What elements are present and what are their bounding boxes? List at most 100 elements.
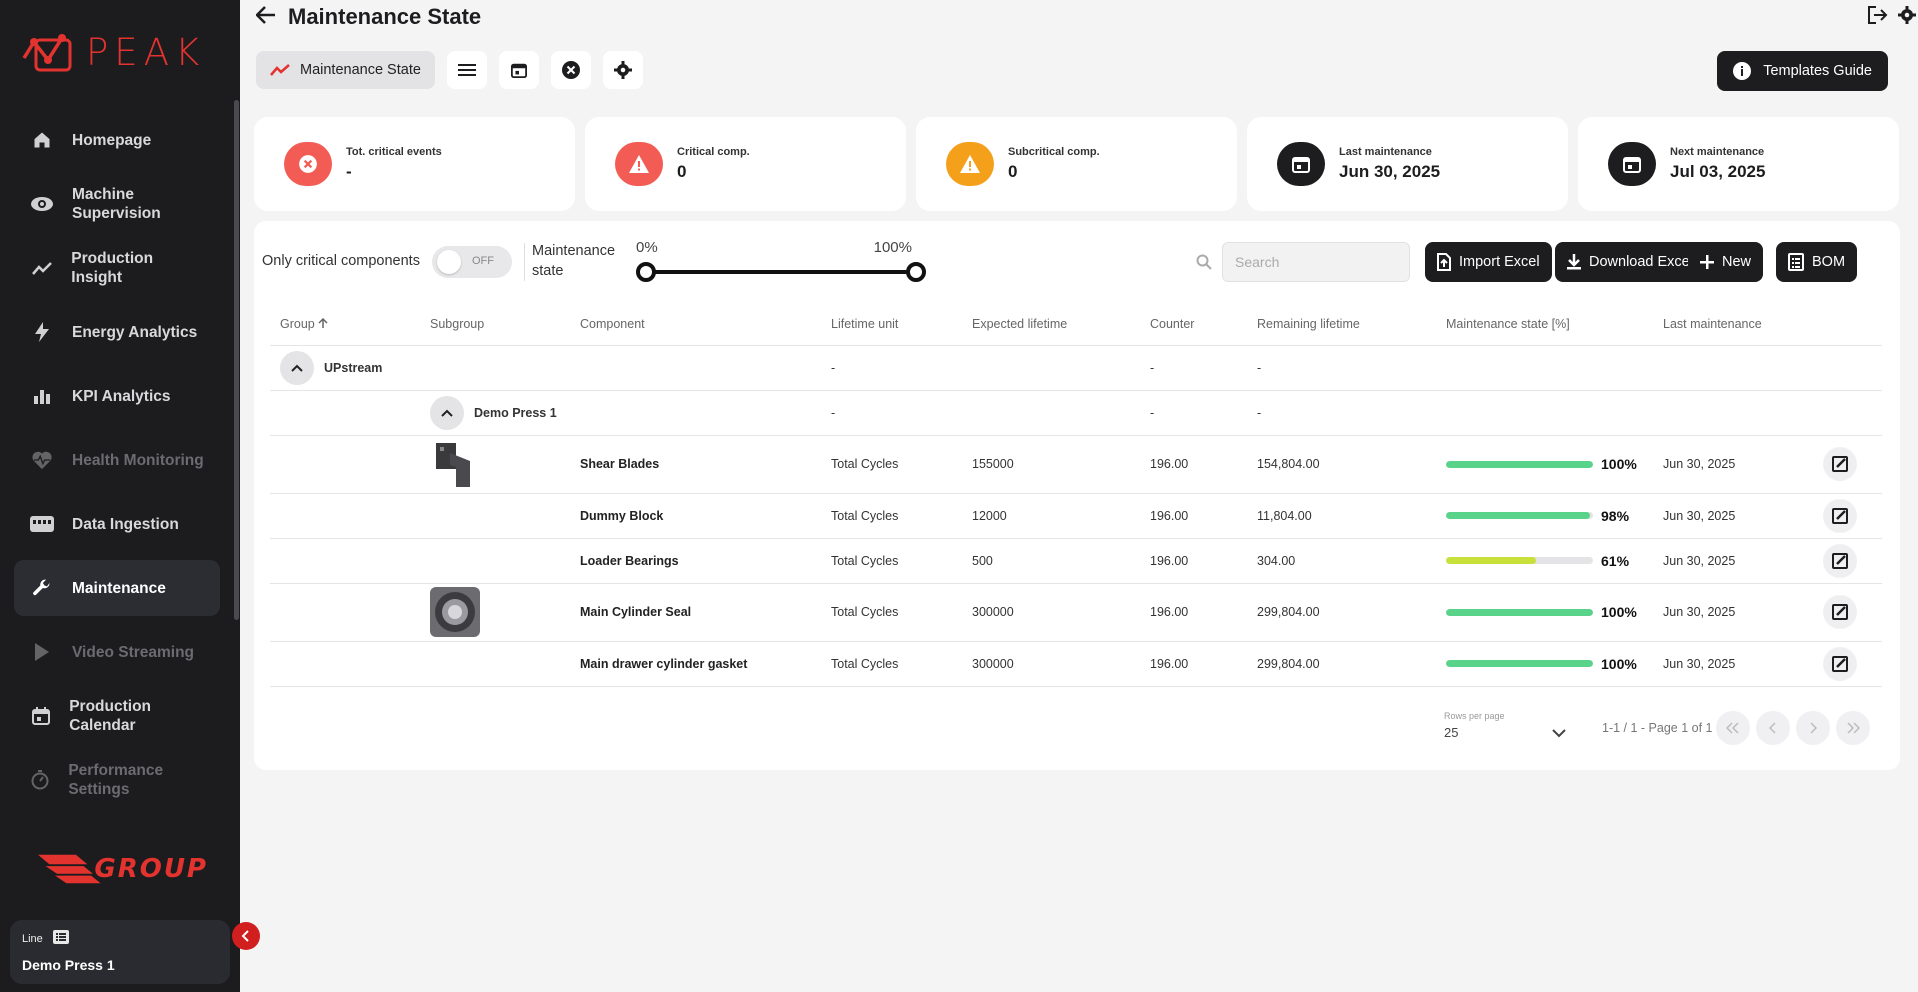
header-actions [1868,6,1916,29]
sidebar-item-machine-supervision[interactable]: Machine Supervision [14,176,220,232]
chevron-up-icon [441,409,453,417]
back-arrow-icon[interactable] [255,5,276,29]
lifetime-unit: Total Cycles [821,583,962,642]
remaining-lifetime: 299,804.00 [1247,641,1436,687]
line-selector[interactable]: Line Demo Press 1 [10,920,230,984]
collapse-subgroup-button[interactable] [430,395,464,430]
maintenance-state-bar [1446,660,1593,667]
new-label: New [1722,254,1752,270]
component-name: Dummy Block [570,493,821,539]
sidebar-item-label: Production Calendar [69,698,152,734]
component-name: Main drawer cylinder gasket [570,641,821,687]
edit-icon [1832,456,1848,472]
expected-lifetime: 155000 [962,435,1140,494]
edit-icon [1832,507,1848,524]
maintenance-state-bar-fill [1446,557,1536,564]
sidebar-item-maintenance[interactable]: Maintenance [14,560,220,616]
table-header-row: Group Subgroup Component Lifetime unit E… [270,303,1882,346]
column-header-remaining-lifetime[interactable]: Remaining lifetime [1247,303,1436,346]
sidebar-nav: Homepage Machine Supervision Production … [14,112,220,816]
maintenance-state-bar [1446,460,1593,468]
settings-gear-icon[interactable] [1898,6,1916,29]
critical-toggle[interactable]: OFF [432,246,512,278]
sidebar-scrollbar[interactable] [234,100,239,620]
sidebar-item-video-streaming[interactable]: Video Streaming [14,624,220,680]
sidebar-item-health-monitoring[interactable]: Health Monitoring [14,432,220,488]
last-maintenance: Jun 30, 2025 [1653,583,1813,642]
edit-button[interactable] [1823,498,1857,533]
last-page-button[interactable] [1836,711,1870,745]
last-maintenance: Jun 30, 2025 [1653,538,1813,584]
edit-button[interactable] [1823,646,1857,681]
templates-guide-button[interactable]: Templates Guide [1717,51,1888,91]
column-header-group[interactable]: Group [270,303,420,346]
search-input[interactable] [1222,242,1410,282]
sidebar-item-performance-settings[interactable]: Performance Settings [14,752,220,808]
components-panel: Only critical components OFF Maintenance… [254,221,1900,770]
remaining-lifetime: 299,804.00 [1247,583,1436,642]
sidebar-item-kpi-analytics[interactable]: KPI Analytics [14,368,220,424]
sidebar-item-production-insight[interactable]: Production Insight [14,240,220,296]
maintenance-state-slider[interactable]: 0% 100% [630,239,926,283]
rows-per-page-label: Rows per page [1444,711,1505,721]
rows-per-page-select[interactable]: 25 [1444,725,1458,740]
card-label: Last maintenance [1339,146,1432,158]
clear-button[interactable] [550,51,591,89]
line-value: Demo Press 1 [22,957,115,973]
sidebar: PEAK Homepage Machine Supervision Produc… [0,0,260,992]
view-chip-maintenance-state[interactable]: Maintenance State [256,51,435,89]
sidebar-item-energy-analytics[interactable]: Energy Analytics [14,304,220,360]
sidebar-item-homepage[interactable]: Homepage [14,112,220,168]
logout-icon[interactable] [1868,6,1888,29]
previous-page-button[interactable] [1756,711,1790,745]
chevron-left-icon [1769,722,1776,734]
edit-icon [1832,552,1848,569]
column-header-subgroup[interactable]: Subgroup [420,303,570,346]
slider-track[interactable] [644,270,924,274]
download-excel-button[interactable]: Download Excel [1555,242,1705,282]
import-excel-button[interactable]: Import Excel [1425,242,1552,282]
column-header-last-maintenance[interactable]: Last maintenance [1653,303,1813,346]
component-name: Shear Blades [570,435,821,494]
column-header-expected-lifetime[interactable]: Expected lifetime [962,303,1140,346]
collapse-group-button[interactable] [280,350,314,385]
column-header-lifetime-unit[interactable]: Lifetime unit [821,303,962,346]
card-value: - [346,162,352,181]
settings-button[interactable] [602,51,643,89]
edit-button[interactable] [1823,543,1857,578]
column-header-maintenance-state[interactable]: Maintenance state [%] [1436,303,1653,346]
card-critical-components: Critical comp. 0 [585,117,906,211]
column-header-component[interactable]: Component [570,303,821,346]
slider-handle-max[interactable] [906,262,926,282]
search-box [1196,242,1410,282]
sidebar-item-production-calendar[interactable]: Production Calendar [14,688,220,744]
remaining-lifetime: 154,804.00 [1247,435,1436,494]
column-header-counter[interactable]: Counter [1140,303,1247,346]
first-page-button[interactable] [1716,711,1750,745]
counter: 196.00 [1140,493,1247,539]
calendar-button[interactable] [498,51,539,89]
bom-button[interactable]: BOM [1776,242,1858,282]
menu-button[interactable] [446,51,487,89]
chevron-down-icon[interactable] [1552,725,1566,743]
table-row: Main drawer cylinder gasket Total Cycles 3… [270,641,1882,687]
new-button[interactable]: New [1688,242,1764,282]
edit-button[interactable] [1823,447,1857,481]
brand-name: PEAK [86,30,206,74]
group-lifetime-unit: - [821,345,962,391]
maintenance-state-percent: 100% [1601,655,1637,672]
remaining-lifetime: 11,804.00 [1247,493,1436,539]
lifetime-unit: Total Cycles [821,641,962,687]
view-toolbar: Maintenance State [256,51,643,89]
maintenance-state-percent: 98% [1601,507,1630,524]
expected-lifetime: 12000 [962,493,1140,539]
sort-ascending-icon[interactable] [318,317,328,328]
edit-button[interactable] [1823,595,1857,629]
card-value: 0 [1008,162,1018,181]
card-value: Jun 30, 2025 [1339,162,1441,181]
slider-handle-min[interactable] [636,262,656,282]
list-icon[interactable] [52,930,69,947]
remaining-lifetime: 304.00 [1247,538,1436,584]
next-page-button[interactable] [1796,711,1830,745]
sidebar-item-data-ingestion[interactable]: Data Ingestion [14,496,220,552]
